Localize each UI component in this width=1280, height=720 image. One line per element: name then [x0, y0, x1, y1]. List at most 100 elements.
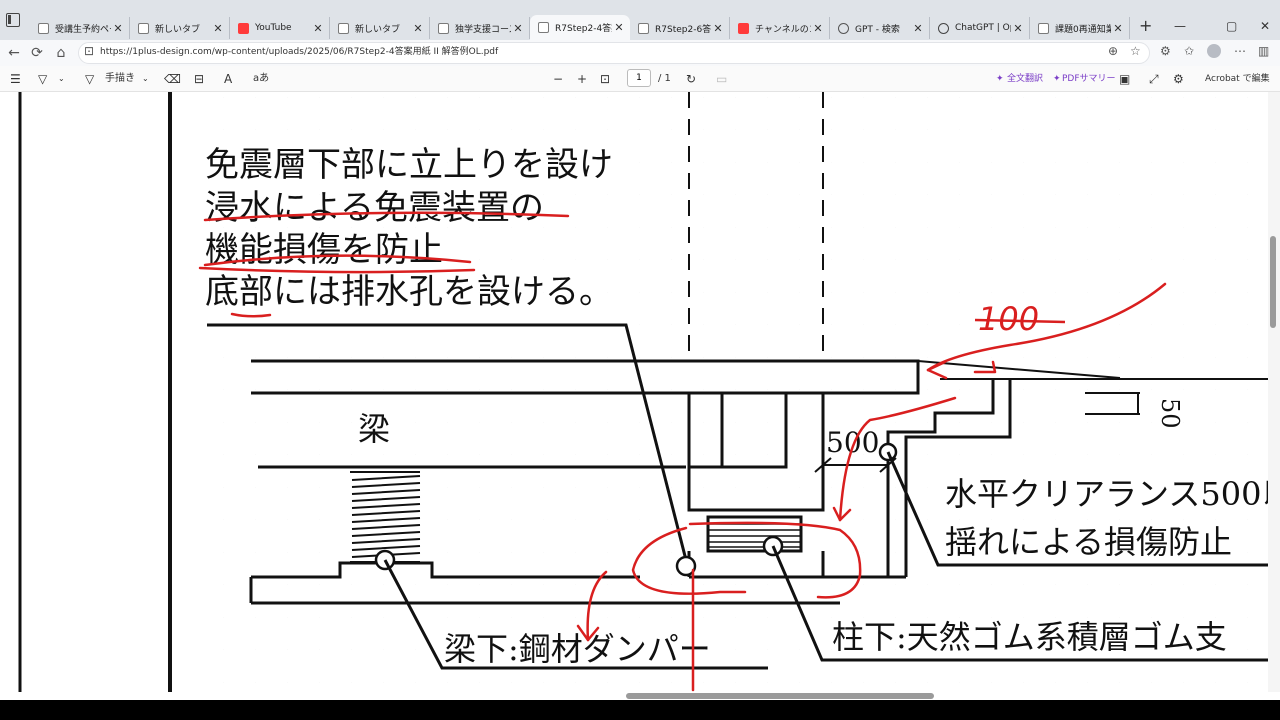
tab[interactable]: 独学支援コース - ✕	[430, 17, 530, 39]
close-window-icon[interactable]: ✕	[1260, 20, 1270, 32]
rotate-icon[interactable]: ↻	[686, 71, 696, 87]
highlight-icon[interactable]: ▽	[38, 71, 47, 87]
refresh-icon[interactable]: ⟳	[28, 44, 46, 62]
clearance-line-2: 揺れによる損傷防止	[945, 523, 1232, 561]
tab-strip: 受講生予約ページ✕新しいタブ✕YouTube✕新しいタブ✕独学支援コース - ✕…	[0, 0, 1280, 40]
pdf-drawing: 50 500 免震層下部に立上りを設け 浸水による免震装置の 機能損傷を防止 底…	[18, 92, 1280, 692]
tab-title: 新しいタブ	[355, 24, 401, 35]
more-menu-icon[interactable]: ⋯	[1234, 44, 1246, 58]
tab[interactable]: 新しいタブ ✕	[330, 17, 430, 39]
tab-title: 課題0再通知業	[1055, 24, 1111, 35]
url-text[interactable]: https://1plus-design.com/wp-content/uplo…	[100, 45, 498, 59]
translate-icon[interactable]: ✦	[996, 71, 1004, 87]
vertical-scroll-thumb[interactable]	[1270, 236, 1276, 328]
zoom-in-icon[interactable]: +	[577, 71, 587, 87]
sidebar-icon[interactable]: ▥	[1258, 44, 1269, 58]
youtube-icon	[738, 22, 749, 34]
horizontal-scroll-thumb[interactable]	[626, 693, 934, 699]
close-tab-icon[interactable]: ✕	[511, 22, 525, 35]
dimension-50: 50	[1156, 398, 1184, 429]
pdf-summary-button[interactable]: PDFサマリー	[1062, 71, 1116, 87]
clearance-line-1: 水平クリアランス500以	[945, 475, 1280, 513]
pdf-toolbar: ☰ ▽ ⌄ ▽ 手描き ⌄ ⌫ ⊟ A aあ − + ⊡ 1 / 1 ↻ ▭ ✦…	[0, 66, 1280, 92]
beam-label: 梁	[358, 410, 390, 448]
page-number-input[interactable]: 1	[627, 69, 651, 87]
profile-avatar[interactable]	[1207, 44, 1221, 58]
page-icon	[338, 22, 349, 34]
tab-actions-menu-icon[interactable]	[6, 13, 20, 27]
close-tab-icon[interactable]: ✕	[911, 22, 925, 35]
close-tab-icon[interactable]: ✕	[1111, 22, 1125, 35]
damper-label: 梁下:鋼材ダンパー	[444, 630, 711, 668]
close-tab-icon[interactable]: ✕	[211, 22, 225, 35]
two-page-icon[interactable]: ▭	[716, 71, 727, 87]
tab-title: R7Step2-4答案用	[555, 24, 612, 34]
site-info-icon[interactable]: ⊡	[84, 44, 94, 58]
settings-icon[interactable]: ⚙	[1173, 71, 1184, 87]
draw-label[interactable]: 手描き	[105, 71, 135, 87]
tab[interactable]: 課題0再通知業 ✕	[1030, 17, 1130, 39]
tab-title: YouTube	[255, 23, 292, 33]
dimension-500: 500	[826, 426, 879, 459]
page-total: / 1	[658, 73, 671, 84]
extensions-icon[interactable]: ⚙	[1160, 44, 1171, 58]
tab[interactable]: GPT - 検索 ✕	[830, 17, 930, 39]
minimize-icon[interactable]: —	[1174, 20, 1186, 32]
close-tab-icon[interactable]: ✕	[811, 22, 825, 35]
acrobat-edit-button[interactable]: Acrobat で編集	[1205, 71, 1270, 87]
tab-title: GPT - 検索	[855, 24, 900, 35]
contents-icon[interactable]: ☰	[10, 71, 21, 87]
favorite-star-icon[interactable]: ☆	[1130, 44, 1141, 58]
save-icon[interactable]: ▣	[1119, 71, 1130, 87]
tab[interactable]: 新しいタブ ✕	[130, 17, 230, 39]
favorites-icon[interactable]: ✩	[1184, 44, 1194, 58]
zoom-icon[interactable]: ⊕	[1108, 44, 1118, 58]
tab[interactable]: 受講生予約ページ✕	[30, 17, 130, 39]
tab-title: ChatGPT | Open	[955, 23, 1011, 33]
rubber-bearing-label: 柱下:天然ゴム系積層ゴム支	[832, 618, 1227, 656]
tab-title: 受講生予約ページ	[55, 24, 111, 35]
page-icon	[38, 22, 49, 34]
fullscreen-icon[interactable]: ⤢	[1149, 71, 1159, 87]
home-icon[interactable]: ⌂	[52, 44, 70, 62]
page-icon	[638, 22, 649, 34]
text-box-icon[interactable]: ⊟	[194, 71, 204, 87]
tab-title: 独学支援コース -	[455, 24, 511, 35]
chevron-down-icon[interactable]: ⌄	[142, 71, 149, 87]
draw-icon[interactable]: ▽	[85, 71, 94, 87]
tab[interactable]: チャンネルのコンテ✕	[730, 17, 830, 39]
handwritten-100: 100	[978, 300, 1039, 338]
note-line-3: 機能損傷を防止	[205, 230, 443, 270]
search-icon	[838, 22, 849, 34]
read-aloud-label[interactable]: aあ	[253, 71, 269, 87]
close-tab-icon[interactable]: ✕	[711, 22, 725, 35]
eraser-icon[interactable]: ⌫	[164, 71, 181, 87]
zoom-out-icon[interactable]: −	[553, 71, 563, 87]
maximize-icon[interactable]: ▢	[1226, 20, 1237, 32]
tab[interactable]: YouTube ✕	[230, 17, 330, 39]
summary-icon[interactable]: ✦	[1053, 71, 1061, 87]
fit-page-icon[interactable]: ⊡	[600, 71, 610, 87]
tab-title: チャンネルのコンテ	[755, 24, 811, 35]
tab[interactable]: R7Step2-6答案用✕	[630, 17, 730, 39]
page-icon	[1038, 22, 1049, 34]
close-tab-icon[interactable]: ✕	[311, 22, 325, 35]
tab[interactable]: R7Step2-4答案用✕	[530, 15, 630, 40]
note-line-2: 浸水による免震装置の	[205, 188, 544, 228]
page-icon	[538, 22, 549, 33]
close-tab-icon[interactable]: ✕	[612, 21, 626, 34]
text-size-icon[interactable]: A	[224, 71, 232, 87]
tab[interactable]: ChatGPT | Open✕	[930, 17, 1030, 39]
close-tab-icon[interactable]: ✕	[111, 22, 125, 35]
back-icon[interactable]: ←	[5, 44, 23, 62]
youtube-icon	[238, 22, 249, 34]
new-tab-button[interactable]: +	[1139, 17, 1152, 35]
close-tab-icon[interactable]: ✕	[1011, 22, 1025, 35]
note-line-4: 底部には排水孔を設ける。	[205, 272, 613, 312]
close-tab-icon[interactable]: ✕	[411, 22, 425, 35]
chevron-down-icon[interactable]: ⌄	[58, 71, 65, 87]
vertical-scrollbar[interactable]	[1268, 92, 1280, 692]
translate-button[interactable]: 全文翻訳	[1007, 71, 1043, 87]
chatgpt-icon	[938, 22, 949, 34]
pdf-page: 50 500 免震層下部に立上りを設け 浸水による免震装置の 機能損傷を防止 底…	[0, 92, 1280, 692]
